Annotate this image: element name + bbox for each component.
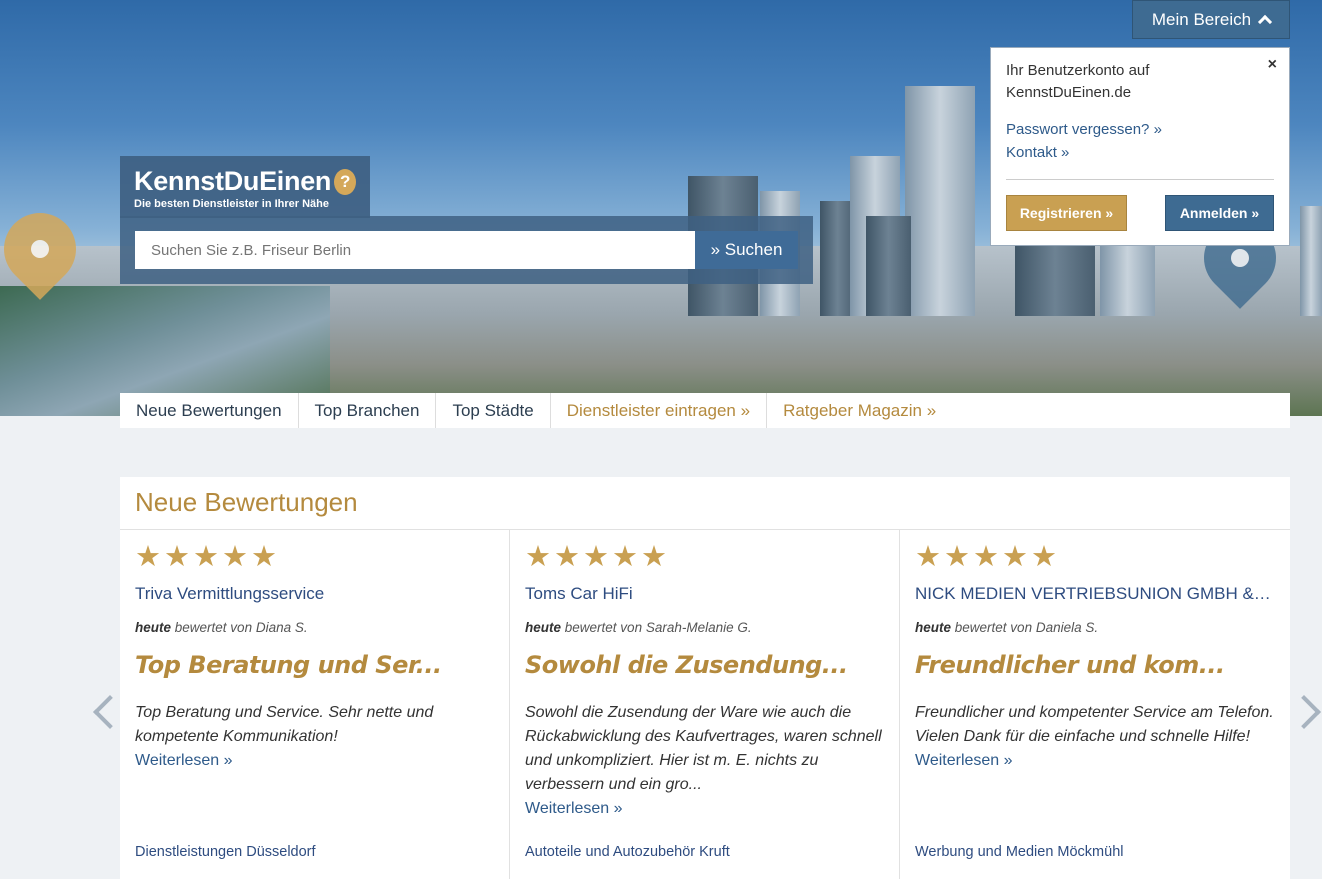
star-icon: ★ — [641, 541, 667, 573]
star-icon: ★ — [193, 541, 219, 573]
star-icon: ★ — [222, 541, 248, 573]
skyline-building — [866, 216, 911, 316]
star-icon: ★ — [554, 541, 580, 573]
review-card: ★ ★ ★ ★ ★ Toms Car HiFi heute bewertet von S… — [510, 530, 900, 879]
main-nav: Neue Bewertungen Top Branchen Top Städte… — [120, 393, 1290, 428]
account-panel: Ihr Benutzerkonto auf KennstDuEinen.de ×… — [990, 47, 1290, 246]
star-rating: ★ ★ ★ ★ ★ — [525, 541, 884, 573]
carousel-prev-icon[interactable] — [90, 692, 114, 728]
company-link[interactable]: Triva Vermittlungsservice — [135, 584, 494, 604]
review-card: ★ ★ ★ ★ ★ Triva Vermittlungsservice heute be… — [120, 530, 510, 879]
star-icon: ★ — [583, 541, 609, 573]
nav-item-ratgeber-magazin[interactable]: Ratgeber Magazin » — [767, 393, 952, 428]
skyline-building — [1100, 246, 1155, 316]
star-icon: ★ — [525, 541, 551, 573]
nav-item-dienstleister-eintragen[interactable]: Dienstleister eintragen » — [551, 393, 768, 428]
star-icon: ★ — [973, 541, 999, 573]
review-text: Top Beratung und Service. Sehr nette und… — [135, 704, 434, 745]
reviews-section: Neue Bewertungen ★ ★ ★ ★ ★ Triva Vermittlung… — [120, 477, 1290, 879]
company-link[interactable]: Toms Car HiFi — [525, 584, 884, 604]
star-icon: ★ — [251, 541, 277, 573]
star-icon: ★ — [915, 541, 941, 573]
skyline-building — [1300, 206, 1322, 316]
category-link[interactable]: Autoteile und Autozubehör Kruft — [525, 844, 730, 860]
review-meta: heute bewertet von Diana S. — [135, 620, 308, 635]
close-icon[interactable]: × — [1268, 56, 1277, 74]
search-bar: » Suchen — [120, 216, 813, 284]
review-card: ★ ★ ★ ★ ★ NICK MEDIEN VERTRIEBSUNION GMBH & … — [900, 530, 1290, 879]
review-meta: heute bewertet von Daniela S. — [915, 620, 1099, 635]
star-icon: ★ — [944, 541, 970, 573]
logo-tagline: Die besten Dienstleister in Ihrer Nähe — [134, 198, 330, 210]
nav-item-neue-bewertungen[interactable]: Neue Bewertungen — [120, 393, 299, 428]
review-headline: Freundlicher und kom... — [915, 651, 1225, 679]
register-button[interactable]: Registrieren » — [1006, 195, 1127, 231]
star-icon: ★ — [135, 541, 161, 573]
review-headline: Sowohl die Zusendung... — [525, 651, 848, 679]
account-panel-title: Ihr Benutzerkonto auf KennstDuEinen.de — [1006, 62, 1150, 101]
review-text: Freundlicher und kompetenter Service am … — [915, 704, 1274, 745]
read-more-link[interactable]: Weiterlesen » — [525, 797, 884, 821]
chevron-up-icon — [1258, 14, 1273, 30]
star-rating: ★ ★ ★ ★ ★ — [135, 541, 494, 573]
review-text: Sowohl die Zusendung der Ware wie auch d… — [525, 704, 882, 793]
star-rating: ★ ★ ★ ★ ★ — [915, 541, 1275, 573]
read-more-link[interactable]: Weiterlesen » — [915, 749, 1275, 773]
question-pin-icon: ? — [334, 168, 356, 195]
nav-item-top-staedte[interactable]: Top Städte — [436, 393, 551, 428]
read-more-link[interactable]: Weiterlesen » — [135, 749, 494, 773]
section-title: Neue Bewertungen — [120, 477, 1290, 530]
category-link[interactable]: Werbung und Medien Möckmühl — [915, 844, 1123, 860]
logo-text: KennstDuEinen — [134, 166, 332, 196]
star-icon: ★ — [1002, 541, 1028, 573]
skyline-building — [1015, 241, 1095, 316]
skyline-building — [905, 86, 975, 316]
forgot-password-link[interactable]: Passwort vergessen? » — [1006, 118, 1274, 141]
search-button[interactable]: » Suchen — [695, 231, 798, 269]
star-icon: ★ — [1031, 541, 1057, 573]
search-input[interactable] — [135, 231, 695, 269]
contact-link[interactable]: Kontakt » — [1006, 141, 1274, 164]
account-menu-button[interactable]: Mein Bereich — [1132, 0, 1290, 39]
nav-item-top-branchen[interactable]: Top Branchen — [299, 393, 437, 428]
category-link[interactable]: Dienstleistungen Düsseldorf — [135, 844, 316, 860]
review-meta: heute bewertet von Sarah-Melanie G. — [525, 620, 752, 635]
star-icon: ★ — [164, 541, 190, 573]
review-headline: Top Beratung und Ser... — [135, 651, 442, 679]
carousel-next-icon[interactable] — [1294, 692, 1318, 728]
account-menu-label: Mein Bereich — [1151, 9, 1252, 29]
divider — [1006, 179, 1274, 180]
login-button[interactable]: Anmelden » — [1165, 195, 1274, 231]
logo[interactable]: KennstDuEinen ? Die besten Dienstleister… — [120, 156, 370, 218]
star-icon: ★ — [612, 541, 638, 573]
company-link[interactable]: NICK MEDIEN VERTRIEBSUNION GMBH & CO.... — [915, 584, 1275, 604]
